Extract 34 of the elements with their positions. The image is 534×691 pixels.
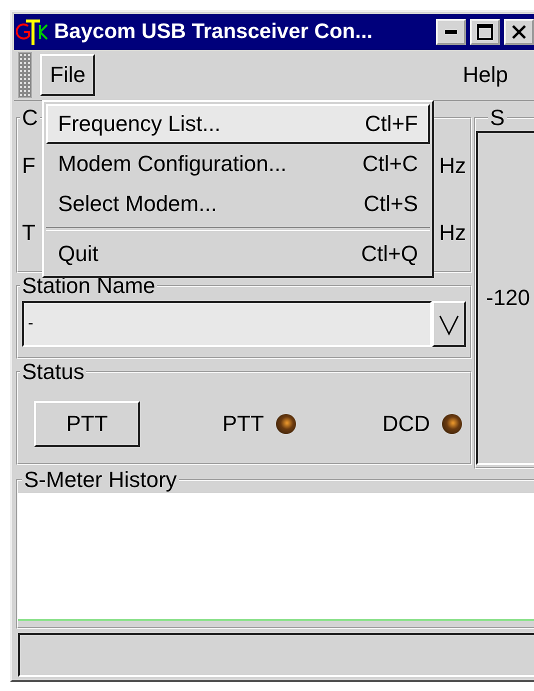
close-icon [511,24,527,40]
frame-title: Station Name [21,274,156,297]
entry-label: Modem Configuration... [58,151,287,177]
station-name-field[interactable]: - [22,300,432,347]
field-label: T [22,220,36,246]
indicator-label: PTT [222,411,264,437]
shortcut-label: Ctl+S [364,191,418,217]
frame-title: Status [21,361,86,383]
window-title: Baycom USB Transceiver Con... [54,20,374,44]
drag-handle[interactable] [18,52,32,98]
menu-entry[interactable]: Frequency List... Ctl+F [46,104,430,144]
shortcut-label: Ctl+F [364,111,418,137]
unit-label: Hz [439,220,466,246]
entry-label: Select Modem... [58,191,217,217]
minimize-icon [445,30,457,34]
indicator-label: DCD [382,411,430,437]
app-logo-icon [16,17,50,47]
menu-item[interactable]: File [40,54,96,96]
unit-label: Hz [439,153,466,179]
entry-label: Frequency List... [58,111,221,137]
maximize-icon [477,24,493,40]
shortcut-label: Ctl+C [362,151,418,177]
entry-label: Quit [58,241,98,267]
frame-title: S [489,107,506,129]
close-button[interactable] [504,19,534,45]
frame-title: C [21,107,39,129]
shortcut-label: Ctl+Q [361,241,418,267]
frame-title: S-Meter History [23,469,178,491]
dropdown-button[interactable] [432,300,466,347]
ptt-button[interactable]: PTT [34,401,140,447]
minimize-button[interactable] [436,19,466,45]
meter-reading: -120 [486,285,530,311]
field-label: F [22,153,36,179]
maximize-button[interactable] [470,19,500,45]
